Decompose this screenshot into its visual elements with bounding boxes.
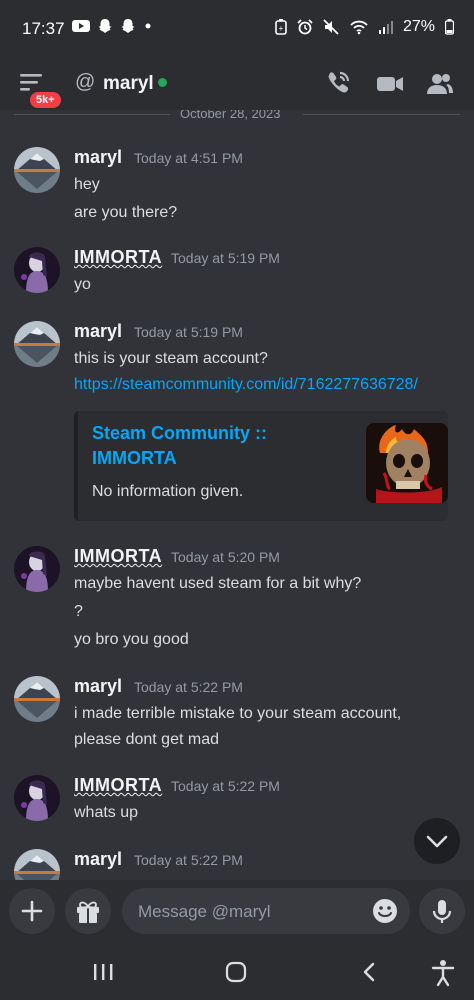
- message-text: whats up: [74, 804, 139, 821]
- message-author[interactable]: maryl: [74, 321, 122, 342]
- message-text: hey: [74, 176, 100, 193]
- home-icon[interactable]: [224, 959, 250, 985]
- link-embed: Steam Community :: IMMORTA No informatio…: [74, 411, 448, 521]
- message-text: ?: [74, 603, 83, 620]
- dot-icon: [145, 23, 151, 29]
- message-text: yo bro you good: [74, 631, 189, 648]
- battery-icon: [445, 19, 454, 35]
- signal-icon: [378, 21, 393, 34]
- gift-icon: [77, 901, 99, 923]
- recent-apps-icon[interactable]: [92, 959, 114, 985]
- mountain-avatar-icon: [14, 321, 60, 367]
- dm-header: 5k+ @ maryl: [0, 60, 474, 110]
- message-text: please dont get mad: [74, 731, 219, 748]
- mountain-avatar-icon: [14, 147, 60, 193]
- avatar[interactable]: [14, 546, 60, 592]
- divider-date: October 28, 2023: [180, 110, 281, 121]
- emoji-icon[interactable]: [372, 898, 398, 924]
- voice-call-icon[interactable]: [325, 70, 351, 98]
- video-call-icon[interactable]: [376, 70, 404, 98]
- message-list[interactable]: October 28, 2023 maryl Today at 4:51 PM …: [0, 110, 474, 880]
- at-symbol: @: [75, 71, 96, 93]
- dark-figure-avatar-icon: [14, 247, 60, 293]
- message-author[interactable]: maryl: [74, 849, 122, 870]
- message-timestamp: Today at 5:22 PM: [134, 852, 243, 868]
- status-bar: 17:37 + 27%: [0, 0, 474, 60]
- avatar[interactable]: [14, 775, 60, 821]
- steam-profile-link[interactable]: https://steamcommunity.com/id/7162277636…: [74, 376, 418, 394]
- voice-message-button[interactable]: [419, 888, 465, 934]
- accessibility-icon[interactable]: [430, 959, 456, 987]
- message-timestamp: Today at 4:51 PM: [134, 150, 243, 166]
- dark-figure-avatar-icon: [14, 775, 60, 821]
- message-author[interactable]: IMMORTA: [74, 247, 162, 268]
- avatar[interactable]: [14, 147, 60, 193]
- date-divider: October 28, 2023: [0, 110, 474, 121]
- hamburger-menu-icon: [20, 74, 42, 91]
- microphone-icon: [432, 900, 452, 923]
- message-text: maybe havent used steam for a bit why?: [74, 575, 362, 592]
- message-text: yo: [74, 276, 91, 293]
- snapchat-icon: [121, 19, 135, 33]
- chevron-down-icon: [426, 835, 448, 848]
- message-author[interactable]: IMMORTA: [74, 546, 162, 567]
- message-author[interactable]: maryl: [74, 676, 122, 697]
- battery-saver-icon: +: [275, 19, 287, 35]
- message-text: i made terrible mistake to your steam ac…: [74, 705, 402, 722]
- status-time: 17:37: [22, 19, 65, 38]
- message-author[interactable]: IMMORTA: [74, 775, 162, 796]
- message-timestamp: Today at 5:19 PM: [134, 324, 243, 340]
- message-author[interactable]: maryl: [74, 147, 122, 168]
- svg-text:+: +: [279, 24, 284, 33]
- unread-badge: 5k+: [28, 90, 63, 110]
- back-icon[interactable]: [358, 959, 382, 985]
- message-timestamp: Today at 5:22 PM: [171, 778, 280, 794]
- embed-thumbnail[interactable]: [366, 423, 448, 503]
- battery-percent: 27%: [402, 18, 435, 35]
- message-input[interactable]: [136, 888, 360, 936]
- online-status-dot: [158, 78, 167, 87]
- flaming-skull-icon: [366, 423, 448, 503]
- message-timestamp: Today at 5:20 PM: [171, 549, 280, 565]
- attach-button[interactable]: [9, 888, 55, 934]
- message-timestamp: Today at 5:19 PM: [171, 250, 280, 266]
- mute-icon: [323, 19, 339, 35]
- embed-title[interactable]: Steam Community :: IMMORTA: [92, 421, 292, 471]
- snapchat-icon: [98, 19, 112, 33]
- message-text: this is your steam account?: [74, 350, 268, 367]
- message-timestamp: Today at 5:22 PM: [134, 679, 243, 695]
- avatar[interactable]: [14, 676, 60, 722]
- plus-icon: [21, 900, 43, 922]
- youtube-icon: [72, 20, 90, 32]
- gift-button[interactable]: [65, 888, 111, 934]
- system-navigation-bar: [0, 945, 474, 1000]
- dm-title[interactable]: maryl: [103, 73, 154, 95]
- avatar[interactable]: [14, 321, 60, 367]
- menu-button[interactable]: 5k+: [20, 71, 63, 110]
- embed-description: No information given.: [92, 483, 244, 500]
- mountain-avatar-icon: [14, 849, 60, 880]
- avatar[interactable]: [14, 849, 60, 880]
- mountain-avatar-icon: [14, 676, 60, 722]
- wifi-icon: [350, 20, 368, 35]
- message-composer: [0, 880, 474, 945]
- alarm-icon: [297, 19, 313, 35]
- jump-to-bottom-button[interactable]: [414, 818, 460, 864]
- message-input-wrapper: [122, 888, 410, 936]
- avatar[interactable]: [14, 247, 60, 293]
- message-text: are you there?: [74, 204, 178, 221]
- members-icon[interactable]: [426, 70, 454, 98]
- dark-figure-avatar-icon: [14, 546, 60, 592]
